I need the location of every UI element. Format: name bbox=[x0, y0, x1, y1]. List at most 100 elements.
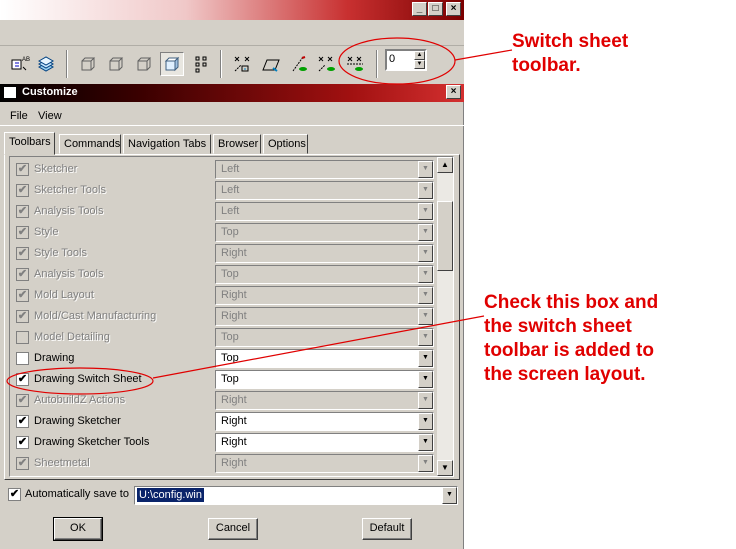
layers-icon[interactable] bbox=[34, 52, 58, 76]
tab-options[interactable]: Options bbox=[263, 134, 308, 154]
toolbar-checkbox[interactable]: ✔ bbox=[16, 373, 29, 386]
chevron-down-icon[interactable]: ▼ bbox=[418, 413, 433, 430]
chevron-down-icon[interactable]: ▼ bbox=[418, 434, 433, 451]
toolbar-position-select[interactable]: Right ▼ bbox=[215, 412, 434, 431]
chevron-down-icon[interactable]: ▼ bbox=[418, 392, 433, 409]
toolbar-checkbox[interactable] bbox=[16, 331, 29, 344]
chevron-down-icon[interactable]: ▼ bbox=[418, 287, 433, 304]
list-scrollbar[interactable]: ▲ ▼ bbox=[437, 157, 453, 476]
chevron-down-icon[interactable]: ▼ bbox=[418, 266, 433, 283]
autosave-checkbox[interactable]: ✔ bbox=[8, 488, 21, 501]
toolbar-row: ✔ Drawing Switch Sheet Top ▼ bbox=[10, 369, 436, 390]
toolbar-position-select[interactable]: Left ▼ bbox=[215, 160, 434, 179]
view-box-icon-3[interactable] bbox=[132, 52, 156, 76]
toolbar-checkbox[interactable]: ✔ bbox=[16, 415, 29, 428]
toolbar-checkbox[interactable]: ✔ bbox=[16, 163, 29, 176]
toolbar-position-select[interactable]: Right ▼ bbox=[215, 391, 434, 410]
sketch-xx-icon[interactable] bbox=[315, 52, 339, 76]
menu-view[interactable]: View bbox=[38, 110, 62, 122]
spinner-up-button[interactable]: ▲ bbox=[414, 51, 425, 60]
toolbar-position-select[interactable]: Top ▼ bbox=[215, 265, 434, 284]
toolbar-checkbox[interactable]: ✔ bbox=[16, 205, 29, 218]
view-box-icon-2[interactable] bbox=[104, 52, 128, 76]
toolbar-position-select[interactable]: Right ▼ bbox=[215, 286, 434, 305]
toolbar-checkbox[interactable]: ✔ bbox=[16, 436, 29, 449]
tab-commands[interactable]: Commands bbox=[59, 134, 121, 154]
toolbar-position-value: Left bbox=[221, 184, 240, 196]
menu-file[interactable]: File bbox=[10, 110, 28, 122]
upper-toolbar-strip bbox=[0, 20, 464, 46]
toolbar-position-select[interactable]: Right ▼ bbox=[215, 307, 434, 326]
toolbar-checkbox[interactable] bbox=[16, 352, 29, 365]
sketch-line-icon[interactable] bbox=[287, 52, 311, 76]
toolbar-checkbox[interactable]: ✔ bbox=[16, 226, 29, 239]
switch-sheet-annotation: Switch sheet toolbar. bbox=[512, 30, 628, 78]
chevron-down-icon[interactable]: ▼ bbox=[418, 371, 433, 388]
sketch-xy-icon[interactable] bbox=[343, 52, 367, 76]
toolbar-list: ✔ Sheetmetal Right ▼ ✔ Drawing Sketcher Tools… bbox=[9, 156, 454, 477]
toolbar-checkbox[interactable]: ✔ bbox=[16, 268, 29, 281]
scroll-up-button[interactable]: ▲ bbox=[437, 157, 453, 173]
tab-browser[interactable]: Browser bbox=[213, 134, 261, 154]
chevron-down-icon[interactable]: ▼ bbox=[418, 308, 433, 325]
default-button[interactable]: Default bbox=[362, 518, 412, 540]
toolbar-position-value: Top bbox=[221, 226, 239, 238]
chevron-down-icon[interactable]: ▼ bbox=[418, 329, 433, 346]
layer-select-icon[interactable]: AB bbox=[8, 52, 32, 76]
toolbar-row: ✔ AutobuildZ Actions Right ▼ bbox=[10, 390, 436, 411]
spinner-down-button[interactable]: ▼ bbox=[414, 60, 425, 69]
autosave-path-combo[interactable]: U:\config.win ▼ bbox=[134, 486, 458, 505]
ok-button[interactable]: OK bbox=[53, 517, 103, 541]
toolbar-checkbox[interactable]: ✔ bbox=[16, 457, 29, 470]
tab-toolbars[interactable]: Toolbars bbox=[4, 132, 55, 155]
toolbar-position-value: Right bbox=[221, 289, 247, 301]
chevron-down-icon[interactable]: ▼ bbox=[418, 350, 433, 367]
toolbar-position-select[interactable]: Left ▼ bbox=[215, 202, 434, 221]
chevron-down-icon[interactable]: ▼ bbox=[418, 245, 433, 262]
toolbar-position-select[interactable]: Left ▼ bbox=[215, 181, 434, 200]
autosave-path-value[interactable]: U:\config.win bbox=[137, 488, 204, 502]
sketch-x-icon[interactable] bbox=[230, 52, 254, 76]
annotation-line: the screen layout. bbox=[484, 364, 646, 385]
scroll-thumb[interactable] bbox=[437, 201, 453, 271]
toolbar-position-select[interactable]: Top ▼ bbox=[215, 370, 434, 389]
toolbar-position-select[interactable]: Top ▼ bbox=[215, 349, 434, 368]
toolbar-position-select[interactable]: Right ▼ bbox=[215, 244, 434, 263]
toolbar-checkbox[interactable]: ✔ bbox=[16, 247, 29, 260]
toolbar-position-select[interactable]: Top ▼ bbox=[215, 223, 434, 242]
toolbar-position-value: Right bbox=[221, 310, 247, 322]
view-box-icon-1[interactable] bbox=[76, 52, 100, 76]
window-close-button[interactable]: × bbox=[446, 2, 461, 16]
minimize-button[interactable]: _ bbox=[412, 2, 427, 16]
grid-points-icon[interactable] bbox=[189, 52, 213, 76]
toolbar-checkbox[interactable]: ✔ bbox=[16, 289, 29, 302]
chevron-down-icon[interactable]: ▼ bbox=[418, 203, 433, 220]
sheet-number-spinner[interactable]: 0 ▲ ▼ bbox=[385, 49, 427, 71]
toolbar-name: Mold Layout bbox=[34, 289, 94, 301]
sketch-plane-icon[interactable] bbox=[259, 52, 283, 76]
chevron-down-icon[interactable]: ▼ bbox=[418, 224, 433, 241]
toolbar-separator bbox=[376, 50, 378, 78]
chevron-down-icon[interactable]: ▼ bbox=[418, 455, 433, 472]
view-box-icon-4[interactable] bbox=[160, 52, 184, 76]
chevron-down-icon[interactable]: ▼ bbox=[442, 487, 457, 504]
scroll-down-button[interactable]: ▼ bbox=[437, 460, 453, 476]
sheet-number-value[interactable]: 0 bbox=[389, 53, 395, 65]
check-box-annotation: Check this box and the switch sheet tool… bbox=[484, 291, 658, 387]
toolbar-name: Sketcher bbox=[34, 163, 78, 175]
cancel-button[interactable]: Cancel bbox=[208, 518, 258, 540]
toolbar-checkbox[interactable]: ✔ bbox=[16, 310, 29, 323]
chevron-down-icon[interactable]: ▼ bbox=[418, 182, 433, 199]
dialog-close-button[interactable]: × bbox=[446, 85, 461, 99]
window-title-bar bbox=[0, 0, 464, 20]
maximize-button[interactable]: □ bbox=[428, 2, 443, 16]
toolbar-checkbox[interactable]: ✔ bbox=[16, 394, 29, 407]
toolbar-position-select[interactable]: Right ▼ bbox=[215, 454, 434, 473]
toolbar-position-select[interactable]: Top ▼ bbox=[215, 328, 434, 347]
toolbar-position-select[interactable]: Right ▼ bbox=[215, 433, 434, 452]
toolbar-row: ✔ Sheetmetal Right ▼ bbox=[10, 453, 436, 474]
toolbar-checkbox[interactable]: ✔ bbox=[16, 184, 29, 197]
toolbar-name: AutobuildZ Actions bbox=[34, 394, 126, 406]
chevron-down-icon[interactable]: ▼ bbox=[418, 161, 433, 178]
tab-navigation-tabs[interactable]: Navigation Tabs bbox=[123, 134, 211, 154]
